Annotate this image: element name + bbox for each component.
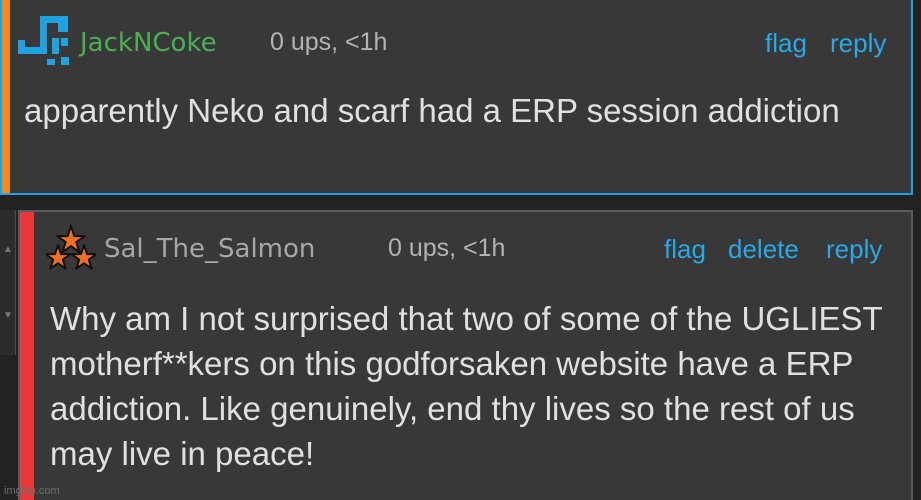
chevron-up-icon[interactable]: ▲ <box>3 244 13 255</box>
comment-sal-the-salmon: Sal_The_Salmon 0 ups, <1h flag delete re… <box>18 210 913 500</box>
thread-collapse-rail[interactable]: ▲ ▼ <box>0 210 16 355</box>
comment-jackncoke: JackNCoke 0 ups, <1h flag reply apparent… <box>0 0 913 195</box>
reply-button[interactable]: reply <box>826 234 882 265</box>
chevron-down-icon[interactable]: ▼ <box>3 310 13 321</box>
comment-username[interactable]: Sal_The_Salmon <box>104 234 315 264</box>
comment-username[interactable]: JackNCoke <box>80 28 217 58</box>
flag-button[interactable]: flag <box>765 28 807 59</box>
comment-body: apparently Neko and scarf had a ERP sess… <box>24 92 840 129</box>
imgflip-watermark: imgflip.com <box>4 485 60 497</box>
delete-button[interactable]: delete <box>728 234 799 265</box>
flag-button[interactable]: flag <box>664 234 706 265</box>
comment-accent-bar <box>20 212 34 500</box>
three-stars-icon[interactable] <box>46 224 96 272</box>
comment-accent-bar <box>2 0 10 193</box>
blocky-pixel-logo-icon[interactable] <box>18 16 72 68</box>
reply-button[interactable]: reply <box>830 28 886 59</box>
comment-meta: 0 ups, <1h <box>388 234 506 262</box>
comment-body: Why am I not surprised that two of some … <box>50 300 883 472</box>
comment-meta: 0 ups, <1h <box>270 28 388 56</box>
